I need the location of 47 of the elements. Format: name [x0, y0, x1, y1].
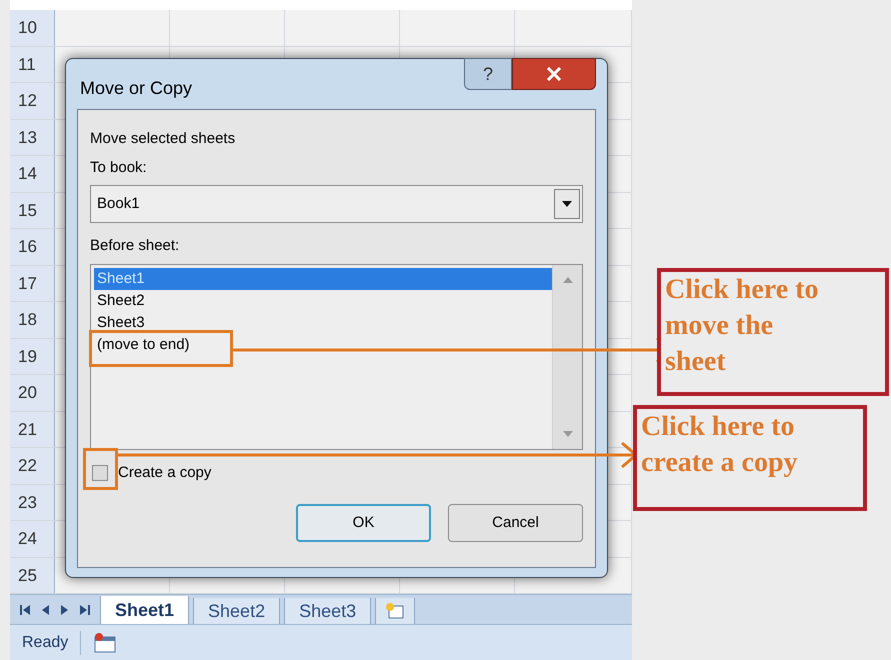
row-header: 20 — [10, 375, 55, 410]
help-button[interactable]: ? — [464, 58, 512, 90]
sheet-list-item[interactable]: Sheet3 — [94, 312, 552, 334]
dialog-button[interactable]: Cancel — [448, 504, 583, 542]
previous-sheet-icon[interactable] — [42, 605, 49, 615]
row-header: 24 — [10, 521, 55, 556]
next-sheet-icon[interactable] — [61, 605, 68, 615]
row-header: 23 — [10, 484, 55, 520]
row-header: 18 — [10, 302, 55, 338]
callout-text: Click here to — [641, 410, 796, 444]
callout-text: sheet — [665, 345, 727, 379]
row-header: 19 — [10, 338, 55, 374]
callout-text: Click here to — [665, 273, 820, 307]
sheet-tab[interactable]: Sheet2 — [193, 598, 280, 624]
row-header: 16 — [10, 229, 55, 264]
insert-sheet-icon[interactable] — [375, 598, 416, 624]
highlight-frame — [83, 448, 118, 490]
row-header: 17 — [10, 266, 55, 301]
sheet-tab[interactable]: Sheet3 — [284, 598, 372, 624]
before-sheet-label: Before sheet: — [90, 236, 180, 256]
row-header: 22 — [10, 448, 55, 484]
callout-text: move the — [665, 309, 774, 343]
row-header: 10 — [10, 10, 55, 46]
to-book-label: To book: — [90, 158, 148, 178]
macro-record-icon[interactable] — [93, 632, 118, 652]
row-header: 25 — [10, 558, 55, 593]
row-header: 13 — [10, 120, 55, 155]
sheet-list-item[interactable]: (move to end) — [94, 334, 552, 356]
sheet-list-item[interactable]: Sheet2 — [94, 290, 552, 312]
close-icon — [546, 67, 562, 81]
first-sheet-icon[interactable] — [20, 605, 30, 615]
checkbox-label: Create a copy — [118, 462, 212, 482]
row-header: 14 — [10, 156, 55, 192]
section-label: Move selected sheets — [90, 129, 236, 149]
row-header: 12 — [10, 83, 55, 118]
status-text: Ready — [21, 632, 70, 652]
row-header: 11 — [10, 46, 55, 82]
row-header: 15 — [10, 192, 55, 228]
sheet-tab[interactable]: Sheet1 — [100, 596, 190, 624]
last-sheet-icon[interactable] — [80, 605, 90, 615]
row-header: 21 — [10, 412, 55, 447]
to-book-dropdown[interactable]: Book1 — [90, 185, 583, 223]
dialog-button[interactable]: OK — [296, 504, 431, 542]
dialog-title: Move or Copy — [79, 76, 192, 100]
callout-text: create a copy — [641, 446, 799, 480]
close-button[interactable] — [512, 58, 596, 90]
copy-checkbox[interactable] — [92, 464, 108, 481]
